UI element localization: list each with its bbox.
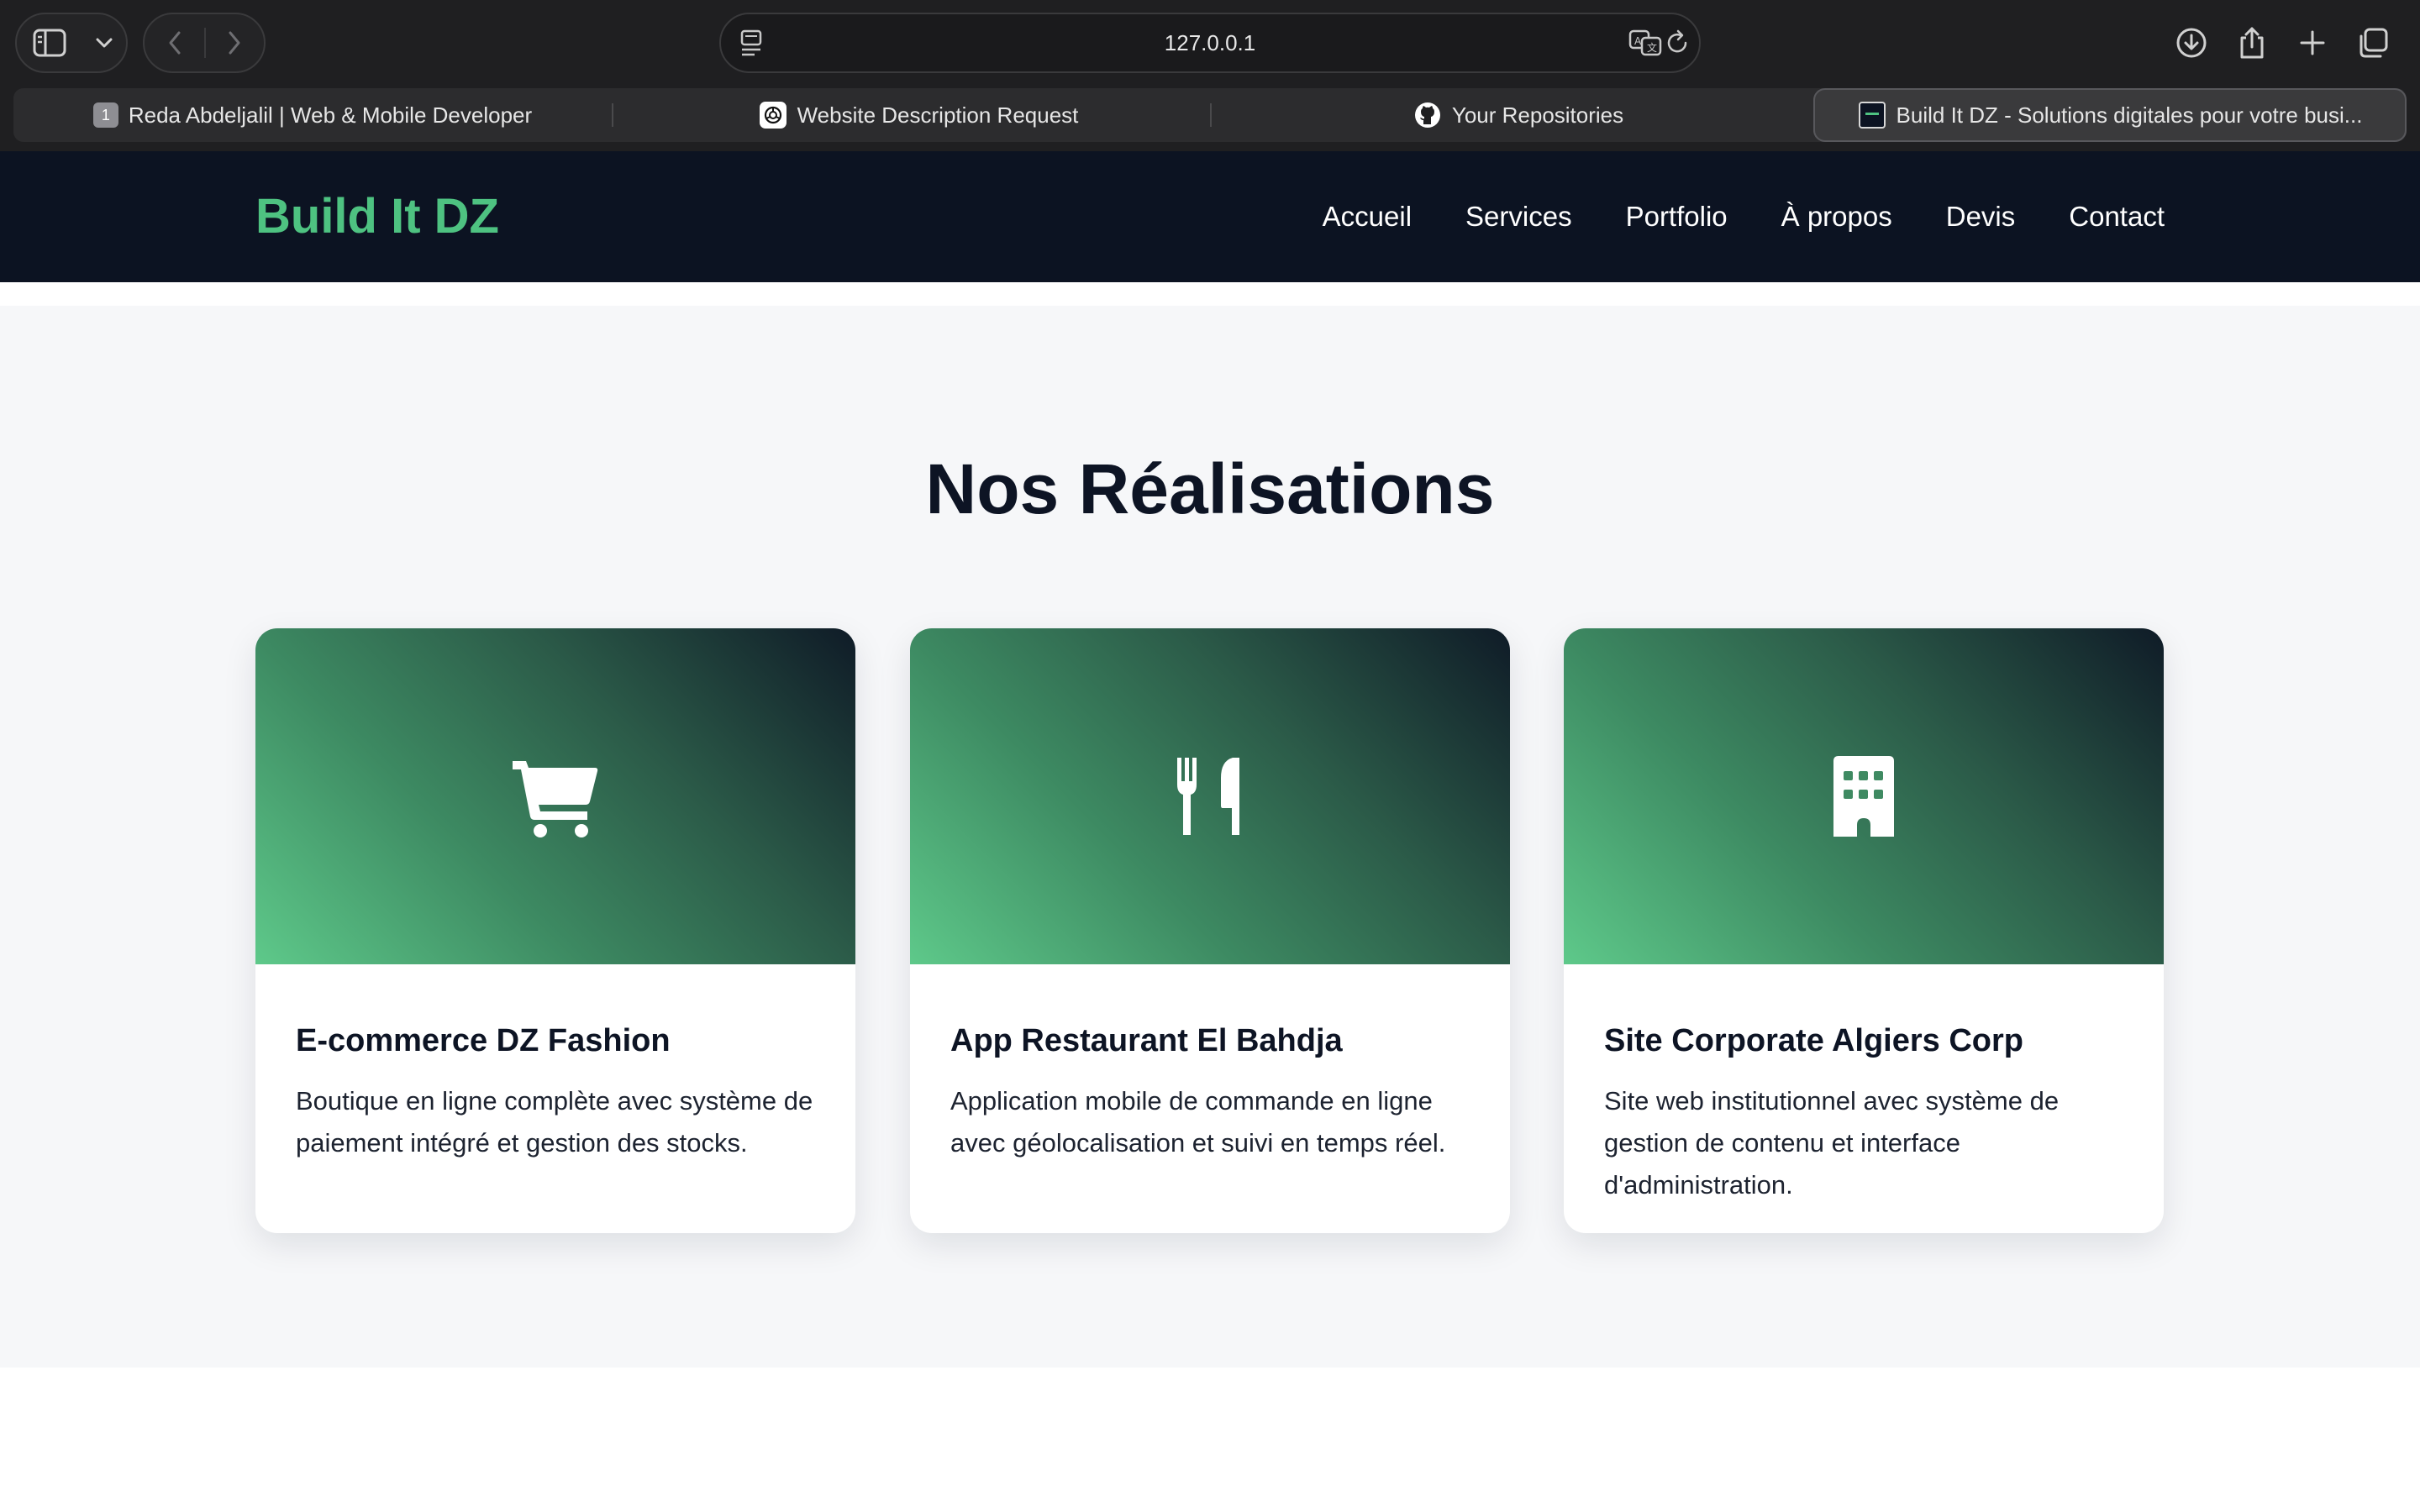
building-icon <box>1833 756 1894 837</box>
card-media <box>255 628 855 964</box>
tab-label: Your Repositories <box>1451 102 1624 128</box>
history-nav-group <box>143 13 266 73</box>
card-description: Boutique en ligne complète avec système … <box>296 1086 813 1158</box>
tab-number-badge: 1 <box>92 102 118 128</box>
page-bottom <box>0 1368 2420 1512</box>
sidebar-toggle-button[interactable] <box>17 16 82 70</box>
github-icon <box>1414 102 1440 128</box>
back-button[interactable] <box>145 16 204 70</box>
chevron-down-icon <box>96 38 113 48</box>
header-spacer <box>0 282 2420 306</box>
portfolio-card[interactable]: E-commerce DZ Fashion Boutique en ligne … <box>255 628 855 1233</box>
nav-link-contact[interactable]: Contact <box>2069 201 2165 233</box>
download-icon <box>2176 28 2207 58</box>
card-description: Application mobile de commande en ligne … <box>950 1086 1446 1158</box>
openai-icon <box>759 102 786 129</box>
nav-link-devis[interactable]: Devis <box>1946 201 2016 233</box>
translate-icon[interactable]: A 文 <box>1628 28 1664 58</box>
svg-text:A: A <box>1634 35 1642 47</box>
site-favicon-icon <box>1858 102 1886 129</box>
forward-button[interactable] <box>206 16 264 70</box>
portfolio-section: Nos Réalisations E-commerce DZ Fashion B… <box>0 306 2420 1368</box>
portfolio-card[interactable]: App Restaurant El Bahdja Application mob… <box>910 628 1510 1233</box>
card-title: E-commerce DZ Fashion <box>296 1023 671 1058</box>
nav-link-services[interactable]: Services <box>1465 201 1572 233</box>
new-tab-button[interactable] <box>2282 16 2343 70</box>
shopping-cart-icon <box>513 761 598 837</box>
chevron-right-icon <box>229 31 240 55</box>
site-logo[interactable]: Build It DZ <box>255 151 499 282</box>
chevron-left-icon <box>169 31 180 55</box>
tab-strip: 1 Reda Abdeljalil | Web & Mobile Develop… <box>13 88 2407 142</box>
toolbar-right-tools <box>2161 16 2403 70</box>
card-media <box>1564 628 2164 964</box>
share-icon <box>2240 27 2264 59</box>
tab-build-it-dz[interactable]: Build It DZ - Solutions digitales pour v… <box>1813 88 2407 142</box>
tab-overview-button[interactable] <box>2343 16 2403 70</box>
tab-website-description-request[interactable]: Website Description Request <box>613 88 1223 142</box>
section-title: Nos Réalisations <box>925 449 1495 528</box>
url-text[interactable]: 127.0.0.1 <box>721 14 1699 71</box>
tab-group-dropdown-button[interactable] <box>82 16 126 70</box>
sidebar-toggle-group <box>15 13 128 73</box>
main-nav: Accueil Services Portfolio À propos Devi… <box>1269 151 2165 282</box>
downloads-button[interactable] <box>2161 16 2222 70</box>
tab-label: Build It DZ - Solutions digitales pour v… <box>1896 102 2363 128</box>
card-title: App Restaurant El Bahdja <box>950 1023 1343 1058</box>
tab-reda-abdeljalil[interactable]: 1 Reda Abdeljalil | Web & Mobile Develop… <box>13 88 612 142</box>
address-bar[interactable]: 127.0.0.1 A 文 <box>719 13 1701 73</box>
card-media <box>910 628 1510 964</box>
utensils-icon <box>1177 758 1239 835</box>
tab-your-repositories[interactable]: Your Repositories <box>1212 88 1825 142</box>
svg-text:文: 文 <box>1647 41 1657 54</box>
tab-label: Reda Abdeljalil | Web & Mobile Developer <box>128 102 533 128</box>
card-description: Site web institutionnel avec système de … <box>1604 1086 2060 1200</box>
tab-label: Website Description Request <box>797 102 1079 128</box>
nav-link-portfolio[interactable]: Portfolio <box>1626 201 1728 233</box>
portfolio-card[interactable]: Site Corporate Algiers Corp Site web ins… <box>1564 628 2164 1233</box>
site-header: Build It DZ Accueil Services Portfolio À… <box>0 151 2420 282</box>
nav-link-a-propos[interactable]: À propos <box>1781 201 1892 233</box>
sidebar-icon <box>33 29 66 57</box>
share-button[interactable] <box>2222 16 2282 70</box>
reload-icon[interactable] <box>1664 28 1691 58</box>
nav-link-accueil[interactable]: Accueil <box>1323 201 1412 233</box>
card-title: Site Corporate Algiers Corp <box>1604 1023 2024 1058</box>
plus-icon <box>2300 30 2325 55</box>
browser-toolbar: 127.0.0.1 A 文 <box>0 0 2420 86</box>
tab-bar: 1 Reda Abdeljalil | Web & Mobile Develop… <box>0 86 2420 151</box>
tab-overview-icon <box>2360 28 2388 58</box>
